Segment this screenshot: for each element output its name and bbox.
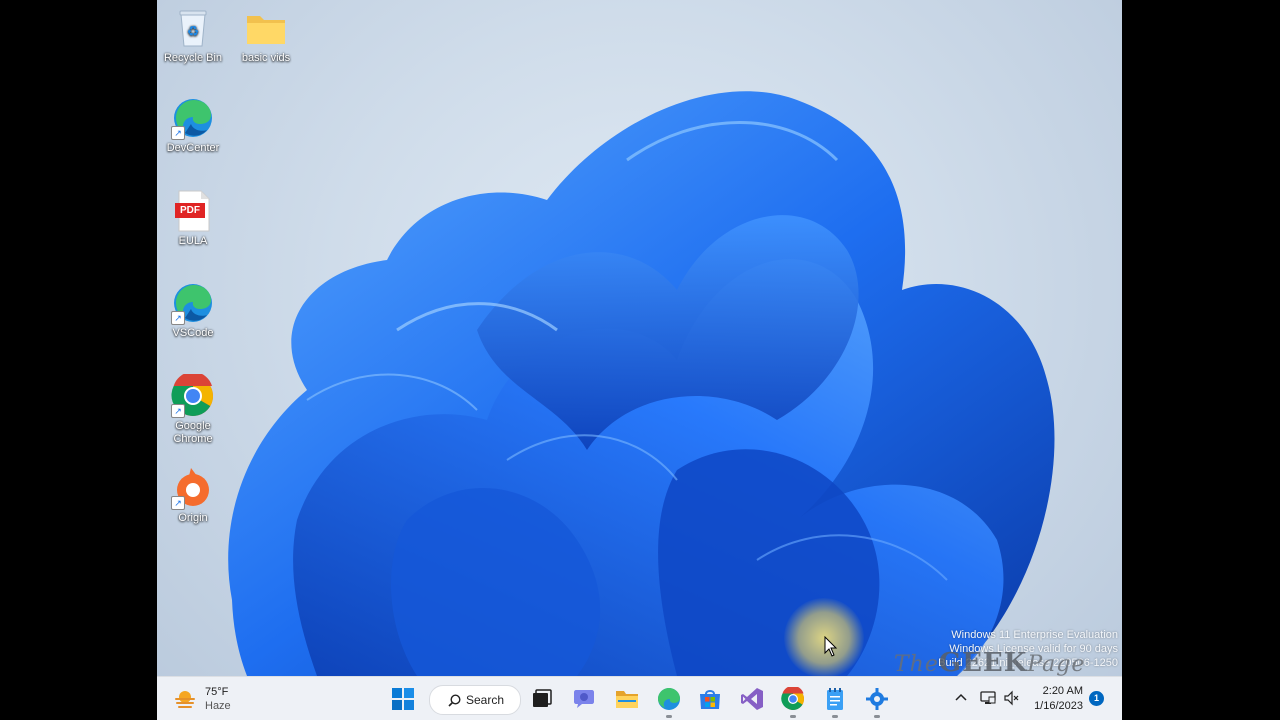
chat-button[interactable] — [569, 684, 599, 714]
desktop-icon-basic-vids[interactable]: basic vids — [228, 6, 304, 65]
notepad-icon — [827, 688, 843, 710]
running-indicator — [832, 715, 838, 718]
show-hidden-icons-chevron-up-icon[interactable] — [953, 689, 969, 705]
pdf-icon: PDF — [171, 189, 215, 233]
shortcut-arrow-icon: ↗ — [171, 404, 185, 418]
running-indicator — [666, 715, 672, 718]
weather-condition: Haze — [205, 700, 231, 712]
weather-temperature: 75°F — [205, 686, 229, 698]
haze-weather-icon — [175, 691, 195, 708]
desktop-icon-label: Origin — [178, 512, 208, 524]
search-label: Search — [466, 693, 505, 707]
chrome-icon — [781, 687, 804, 710]
app-icon — [866, 688, 888, 710]
folder-icon — [616, 691, 638, 708]
edge-icon: ↗ — [171, 281, 215, 325]
notepad-button[interactable] — [820, 684, 850, 718]
network-icon[interactable] — [979, 689, 997, 707]
task-view-button[interactable] — [527, 684, 557, 714]
shortcut-arrow-icon: ↗ — [171, 126, 185, 140]
chrome-button[interactable] — [778, 684, 808, 718]
desktop-icon-label: DevCenter — [166, 142, 220, 154]
taskbar-clock[interactable]: 2:20 AM 1/16/2023 — [1027, 684, 1083, 714]
running-indicator — [874, 715, 880, 718]
chrome-icon: ↗ — [171, 371, 215, 418]
clock-date: 1/16/2023 — [1034, 700, 1083, 712]
mouse-pointer-icon — [824, 636, 838, 657]
shortcut-arrow-icon: ↗ — [171, 496, 185, 510]
desktop-icon-origin[interactable]: ↗ Origin — [157, 466, 231, 525]
desktop-icon-label: VSCode — [172, 327, 214, 339]
visual-studio-icon — [741, 688, 763, 710]
desktop-screen: ♻ Recycle Bin basic vids ↗ DevCenter PDF… — [157, 0, 1122, 720]
search-icon — [448, 693, 461, 707]
start-button[interactable] — [388, 684, 418, 714]
taskbar: 75°F Haze Search 2:20 AM 1/16/2023 1 — [157, 676, 1122, 720]
windows-logo-icon — [392, 688, 414, 710]
folder-icon — [244, 6, 288, 50]
desktop-icon-vscode[interactable]: ↗ VSCode — [157, 281, 231, 340]
recycle-bin-icon: ♻ — [171, 6, 215, 50]
wallpaper — [228, 91, 1055, 676]
the-geek-page-logo: TheGEEKPage — [894, 648, 1086, 678]
file-explorer-button[interactable] — [612, 684, 642, 714]
svg-text:♻: ♻ — [187, 24, 200, 40]
notification-badge[interactable]: 1 — [1089, 691, 1104, 706]
desktop-icon-label: EULA — [178, 235, 208, 247]
edge-icon — [658, 688, 680, 710]
visual-studio-button[interactable] — [737, 684, 767, 714]
clock-time: 2:20 AM — [1042, 685, 1083, 697]
origin-icon: ↗ — [171, 466, 215, 510]
shortcut-arrow-icon: ↗ — [171, 311, 185, 325]
running-indicator — [790, 715, 796, 718]
desktop-icon-devcenter[interactable]: ↗ DevCenter — [157, 96, 231, 155]
edge-icon: ↗ — [171, 96, 215, 140]
task-view-icon — [533, 689, 552, 707]
settings-app-button[interactable] — [862, 684, 892, 718]
store-button[interactable] — [695, 684, 725, 714]
watermark-edition: Windows 11 Enterprise Evaluation — [951, 629, 1118, 641]
desktop-icon-recycle-bin[interactable]: ♻ Recycle Bin — [157, 6, 231, 65]
store-icon — [700, 690, 720, 709]
desktop-icon-label: Google Chrome — [173, 420, 213, 445]
teams-chat-icon — [574, 690, 594, 708]
desktop-icon-eula[interactable]: PDF EULA — [157, 189, 231, 248]
weather-widget[interactable]: 75°F Haze — [173, 685, 231, 713]
desktop-icon-label: Recycle Bin — [163, 52, 223, 64]
edge-button[interactable] — [654, 684, 684, 718]
taskbar-search-button[interactable]: Search — [429, 685, 521, 715]
desktop-icon-label: basic vids — [241, 52, 291, 64]
pdf-badge-text: PDF — [180, 205, 200, 216]
volume-muted-icon[interactable] — [1003, 689, 1021, 707]
desktop-icon-google-chrome[interactable]: ↗ Google Chrome — [157, 371, 231, 446]
